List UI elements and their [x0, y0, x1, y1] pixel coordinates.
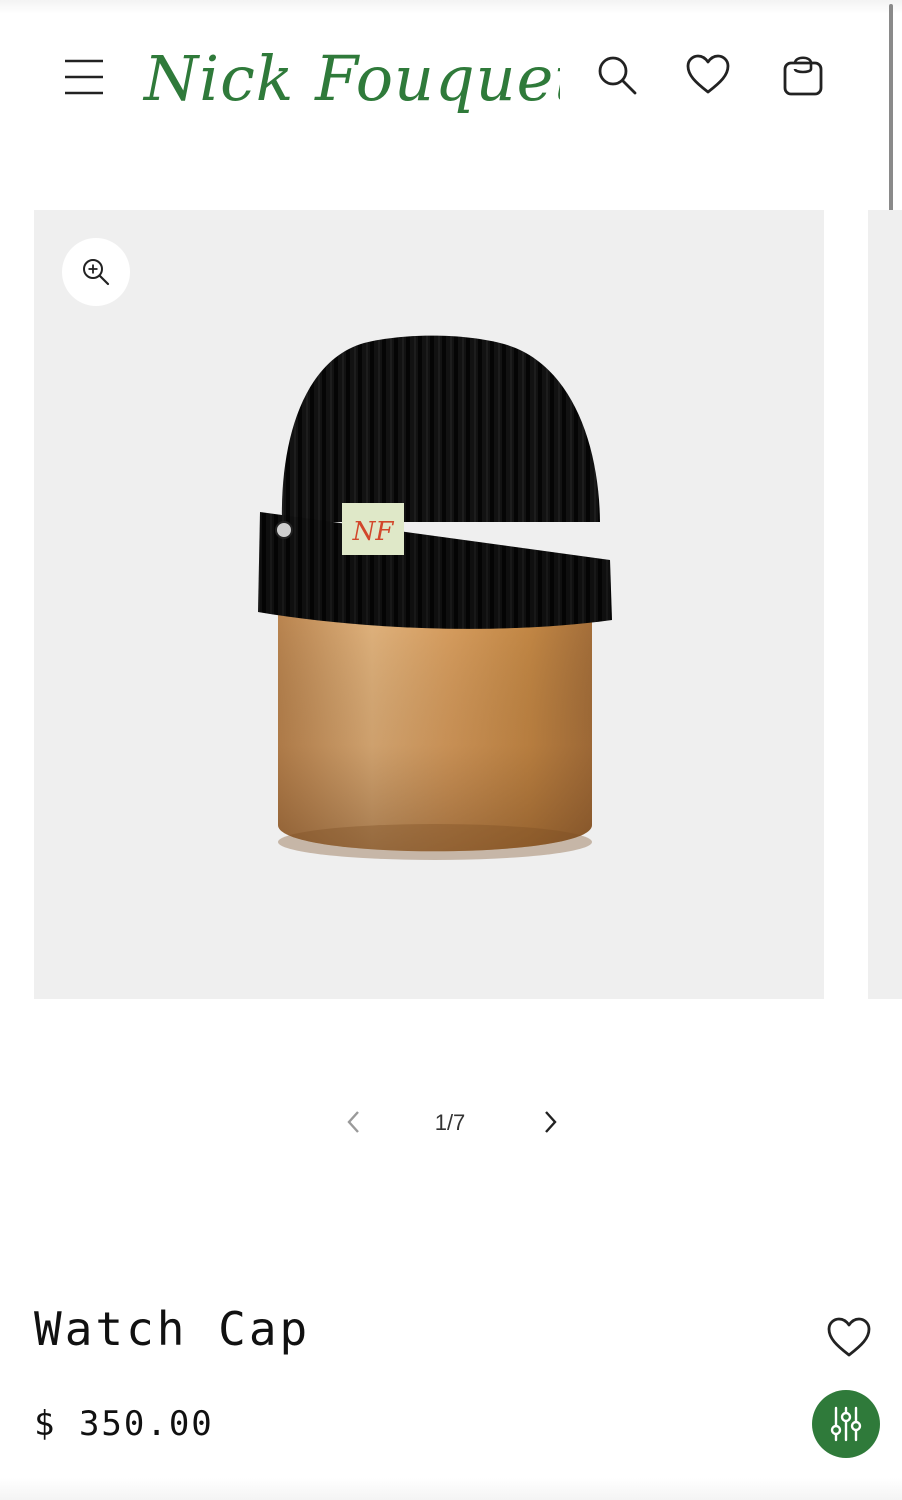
next-slide-button[interactable]: [532, 1104, 568, 1140]
product-gallery[interactable]: NF: [34, 210, 824, 999]
brand-logo[interactable]: Nick Fouquet: [140, 22, 560, 142]
menu-icon: [65, 59, 103, 95]
search-button[interactable]: [592, 50, 642, 100]
bottom-fade: [0, 1478, 902, 1500]
zoom-button[interactable]: [62, 238, 130, 306]
product-wishlist-button[interactable]: [826, 1316, 874, 1364]
shopping-bag-icon: [783, 56, 823, 96]
brand-logo-text: Nick Fouquet: [142, 42, 560, 115]
cart-button[interactable]: [778, 48, 828, 102]
product-image: NF: [258, 335, 612, 860]
search-icon: [598, 56, 637, 95]
product-title: Watch Cap: [34, 1302, 311, 1356]
filter-sliders-icon: [830, 1406, 862, 1442]
next-slide-peek[interactable]: [868, 210, 902, 999]
previous-slide-button[interactable]: [336, 1104, 372, 1140]
gallery-pagination: 1/7: [330, 1098, 570, 1148]
filter-button[interactable]: [812, 1390, 880, 1458]
site-header: Nick Fouquet: [0, 0, 902, 160]
product-price: $ 350.00: [34, 1404, 214, 1444]
wishlist-button[interactable]: [682, 48, 734, 100]
zoom-in-icon: [83, 259, 110, 286]
heart-icon: [686, 54, 730, 94]
heart-icon: [827, 1317, 871, 1357]
chevron-left-icon: [347, 1111, 359, 1133]
slide-counter: 1/7: [434, 1110, 466, 1135]
cap-patch-logo: NF: [352, 517, 395, 547]
chevron-right-icon: [545, 1111, 557, 1133]
menu-button[interactable]: [58, 50, 108, 100]
